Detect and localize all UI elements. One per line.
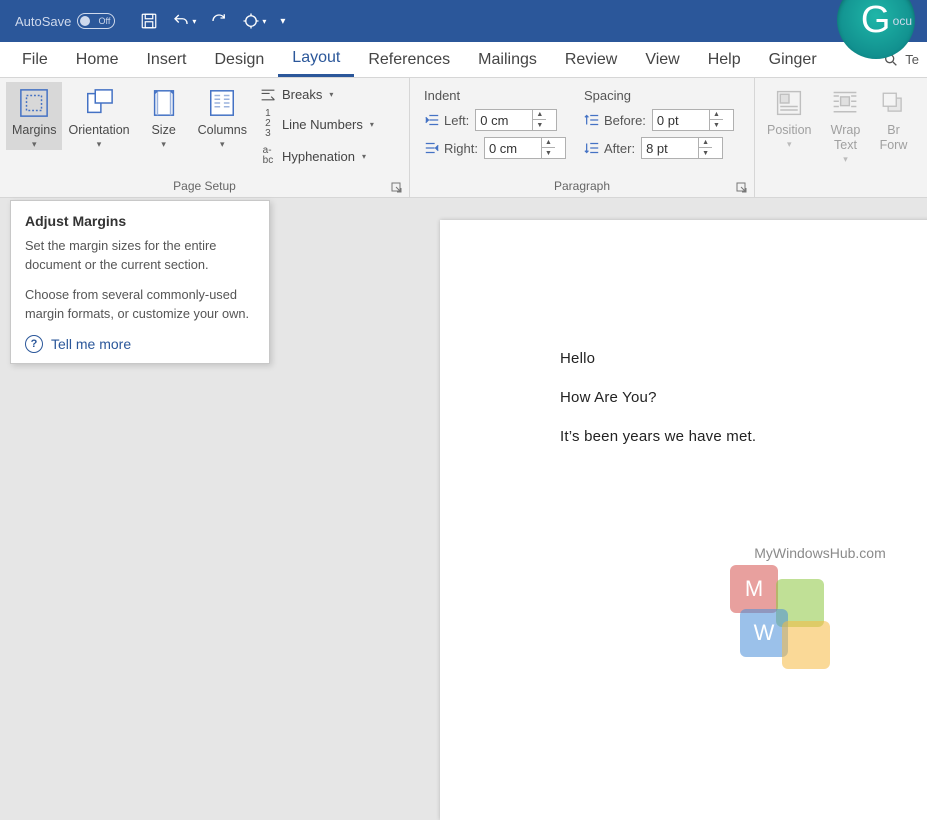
tooltip-title: Adjust Margins <box>25 213 255 229</box>
breaks-icon <box>260 88 276 102</box>
indent-right-icon <box>424 141 440 155</box>
size-icon <box>151 88 177 118</box>
spacing-after-value[interactable] <box>642 141 698 156</box>
group-paragraph: Indent Left: ▲▼ Right: ▲▼ Sp <box>410 78 755 197</box>
columns-button[interactable]: Columns ▾ <box>192 82 253 150</box>
spinner-up[interactable]: ▲ <box>542 138 555 148</box>
hyphenation-button[interactable]: a-bc Hyphenation▾ <box>257 145 376 167</box>
save-icon <box>140 12 158 30</box>
spacing-after-icon <box>584 141 600 155</box>
tell-me-more-link[interactable]: ? Tell me more <box>25 335 255 353</box>
breaks-button[interactable]: Breaks▾ <box>257 86 376 103</box>
tab-layout[interactable]: Layout <box>278 42 354 77</box>
tab-mailings[interactable]: Mailings <box>464 42 551 77</box>
indent-label: Indent <box>424 88 568 103</box>
save-button[interactable] <box>140 12 158 30</box>
bring-forward-button: BrForw <box>873 82 913 153</box>
autosave-toggle[interactable]: Off <box>77 13 115 29</box>
autosave-control[interactable]: AutoSave Off <box>15 13 115 29</box>
undo-icon <box>172 12 190 30</box>
indent-left-icon <box>424 113 440 127</box>
paragraph-launcher[interactable] <box>736 182 748 194</box>
tab-references[interactable]: References <box>354 42 464 77</box>
group-arrange: Position ▾ WrapText ▾ BrForw <box>755 78 919 197</box>
indent-right-value[interactable] <box>485 141 541 156</box>
document-line[interactable]: Hello <box>560 350 927 367</box>
line-numbers-button[interactable]: 123 Line Numbers▾ <box>257 108 376 140</box>
bring-forward-icon <box>880 89 906 117</box>
margins-icon <box>19 88 49 118</box>
position-icon <box>775 89 803 117</box>
document-line[interactable]: How Are You? <box>560 389 927 406</box>
group-page-setup: Margins ▾ Orientation ▾ Size ▾ Columns ▾ <box>0 78 410 197</box>
redo-icon <box>210 12 228 30</box>
wrap-text-button: WrapText ▾ <box>817 82 873 165</box>
group-label-page-setup: Page Setup <box>6 177 403 197</box>
ribbon-tabs: File Home Insert Design Layout Reference… <box>0 42 927 78</box>
spacing-label: Spacing <box>584 88 738 103</box>
autosave-label: AutoSave <box>15 14 71 29</box>
tab-design[interactable]: Design <box>200 42 278 77</box>
tab-review[interactable]: Review <box>551 42 631 77</box>
document-line[interactable]: It’s been years we have met. <box>560 428 927 445</box>
margins-button[interactable]: Margins ▾ <box>6 82 62 150</box>
page-setup-launcher[interactable] <box>391 182 403 194</box>
qat-customize-button[interactable]: ▾ <box>280 16 285 27</box>
autosave-toggle-knob <box>80 16 90 26</box>
spinner-down[interactable]: ▼ <box>699 148 712 158</box>
title-bar: AutoSave Off ▾ ▾ ▾ G ocu <box>0 0 927 42</box>
touch-mode-icon <box>242 12 260 30</box>
orientation-button[interactable]: Orientation ▾ <box>62 82 135 150</box>
tab-ginger[interactable]: Ginger <box>755 42 831 77</box>
spacing-after-input[interactable]: ▲▼ <box>641 137 723 159</box>
size-button[interactable]: Size ▾ <box>136 82 192 150</box>
spinner-down[interactable]: ▼ <box>542 148 555 158</box>
grammarly-badge[interactable]: G <box>837 0 915 59</box>
spinner-up[interactable]: ▲ <box>699 138 712 148</box>
margins-tooltip: Adjust Margins Set the margin sizes for … <box>10 200 270 364</box>
columns-icon <box>208 88 236 118</box>
spinner-up[interactable]: ▲ <box>533 110 546 120</box>
position-button: Position ▾ <box>761 82 817 150</box>
spacing-before-value[interactable] <box>653 113 709 128</box>
group-label-paragraph: Paragraph <box>416 177 748 197</box>
tooltip-paragraph-2: Choose from several commonly-used margin… <box>25 286 255 323</box>
orientation-icon <box>84 88 114 118</box>
tab-view[interactable]: View <box>631 42 693 77</box>
grammarly-letter: G <box>861 0 891 42</box>
autosave-state: Off <box>99 16 111 26</box>
spinner-down[interactable]: ▼ <box>533 120 546 130</box>
tell-me-more-label: Tell me more <box>51 336 131 352</box>
tab-insert[interactable]: Insert <box>132 42 200 77</box>
document-area[interactable]: Hello How Are You? It’s been years we ha… <box>440 220 927 696</box>
tab-help[interactable]: Help <box>694 42 755 77</box>
spacing-before-input[interactable]: ▲▼ <box>652 109 734 131</box>
wrap-text-icon <box>831 89 859 117</box>
help-icon: ? <box>25 335 43 353</box>
spacing-before-icon <box>584 113 600 127</box>
tooltip-paragraph-1: Set the margin sizes for the entire docu… <box>25 237 255 274</box>
spinner-up[interactable]: ▲ <box>710 110 723 120</box>
indent-right-input[interactable]: ▲▼ <box>484 137 566 159</box>
redo-button[interactable] <box>210 12 228 30</box>
tab-home[interactable]: Home <box>62 42 133 77</box>
quick-access-toolbar: ▾ ▾ ▾ <box>140 12 285 30</box>
document-title-fragment: ocu <box>893 14 912 28</box>
indent-left-value[interactable] <box>476 113 532 128</box>
document-page[interactable]: Hello How Are You? It’s been years we ha… <box>440 220 927 820</box>
spinner-down[interactable]: ▼ <box>710 120 723 130</box>
touch-mode-button[interactable]: ▾ <box>242 12 266 30</box>
undo-button[interactable]: ▾ <box>172 12 196 30</box>
ribbon: Margins ▾ Orientation ▾ Size ▾ Columns ▾ <box>0 78 927 198</box>
tab-file[interactable]: File <box>8 42 62 77</box>
indent-left-input[interactable]: ▲▼ <box>475 109 557 131</box>
